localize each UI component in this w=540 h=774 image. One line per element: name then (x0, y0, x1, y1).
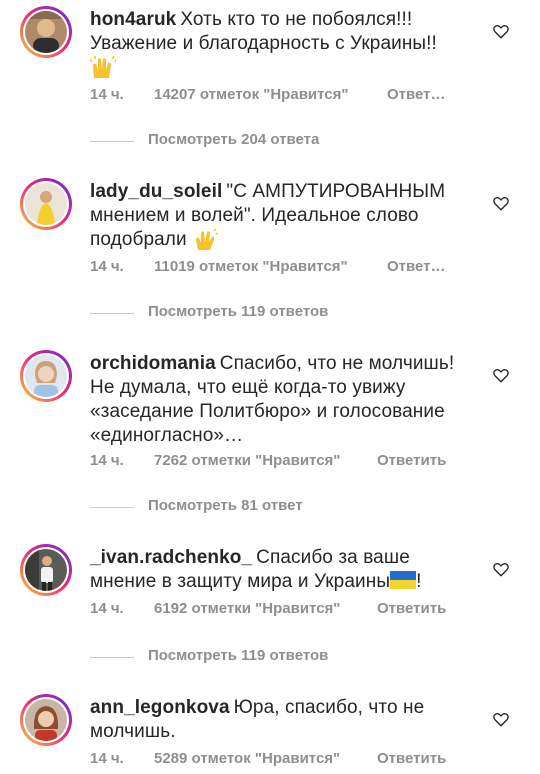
heart-outline-icon[interactable] (492, 366, 510, 384)
divider (90, 507, 134, 508)
avatar[interactable] (20, 350, 72, 402)
avatar[interactable] (20, 178, 72, 230)
reply-button[interactable]: Ответить (377, 750, 446, 767)
view-replies-button[interactable]: Посмотреть 119 ответов (0, 647, 540, 667)
view-replies-button[interactable]: Посмотреть 204 ответа (0, 131, 540, 151)
reply-button[interactable]: Ответить (377, 600, 446, 617)
heart-outline-icon[interactable] (492, 560, 510, 578)
like-count[interactable]: 7262 отметки "Нравится" (154, 452, 340, 469)
comment-time: 14 ч. (90, 750, 124, 767)
like-count[interactable]: 14207 отметок "Нравится" (154, 86, 349, 103)
reply-button[interactable]: Ответ… (387, 258, 446, 275)
user-photo (25, 11, 67, 53)
comment-username[interactable]: ann_legonkova (90, 697, 230, 718)
like-count[interactable]: 11019 отметок "Нравится" (154, 258, 348, 275)
comment-time: 14 ч. (90, 258, 124, 275)
comment-text: lady_du_soleil "С АМПУТИРОВАННЫМ мнением … (90, 181, 446, 251)
comment-text: hon4aruk Хоть кто то не побоялся!!! Уваже… (90, 8, 460, 80)
comment-text: ann_legonkova Юра, спасибо, что не молчиш… (90, 697, 425, 742)
avatar[interactable] (20, 6, 72, 58)
comment-text: orchidomania Спасибо, что не молчишь! Не … (90, 353, 455, 446)
clapping-hands-emoji (90, 56, 116, 78)
comment-username[interactable]: lady_du_soleil (90, 181, 222, 202)
ukraine-flag-emoji (390, 571, 417, 589)
avatar[interactable] (20, 694, 72, 746)
reply-button[interactable]: Ответить (377, 452, 446, 469)
heart-outline-icon[interactable] (492, 22, 510, 40)
comment-time: 14 ч. (90, 86, 124, 103)
heart-outline-icon[interactable] (492, 710, 510, 728)
like-count[interactable]: 5289 отметок "Нравится" (154, 750, 340, 767)
divider (90, 313, 134, 314)
user-photo (25, 183, 67, 225)
comment-username[interactable]: hon4aruk (90, 9, 176, 30)
user-photo (25, 355, 67, 397)
view-replies-button[interactable]: Посмотреть 81 ответ (0, 497, 540, 517)
user-photo (25, 699, 67, 741)
comment-time: 14 ч. (90, 600, 124, 617)
waving-hand-emoji (196, 228, 219, 250)
comment-username[interactable]: _ivan.radchenko_ (90, 547, 252, 568)
divider (90, 657, 134, 658)
divider (90, 141, 134, 142)
view-replies-button[interactable]: Посмотреть 119 ответов (0, 303, 540, 323)
user-photo (25, 549, 67, 591)
comment-username[interactable]: orchidomania (90, 353, 216, 374)
like-count[interactable]: 6192 отметки "Нравится" (154, 600, 340, 617)
heart-outline-icon[interactable] (492, 194, 510, 212)
comment-time: 14 ч. (90, 452, 124, 469)
comment-text: _ivan.radchenko_ Спасибо за ваше мнение в… (90, 547, 422, 592)
avatar[interactable] (20, 544, 72, 596)
reply-button[interactable]: Ответ… (387, 86, 446, 103)
